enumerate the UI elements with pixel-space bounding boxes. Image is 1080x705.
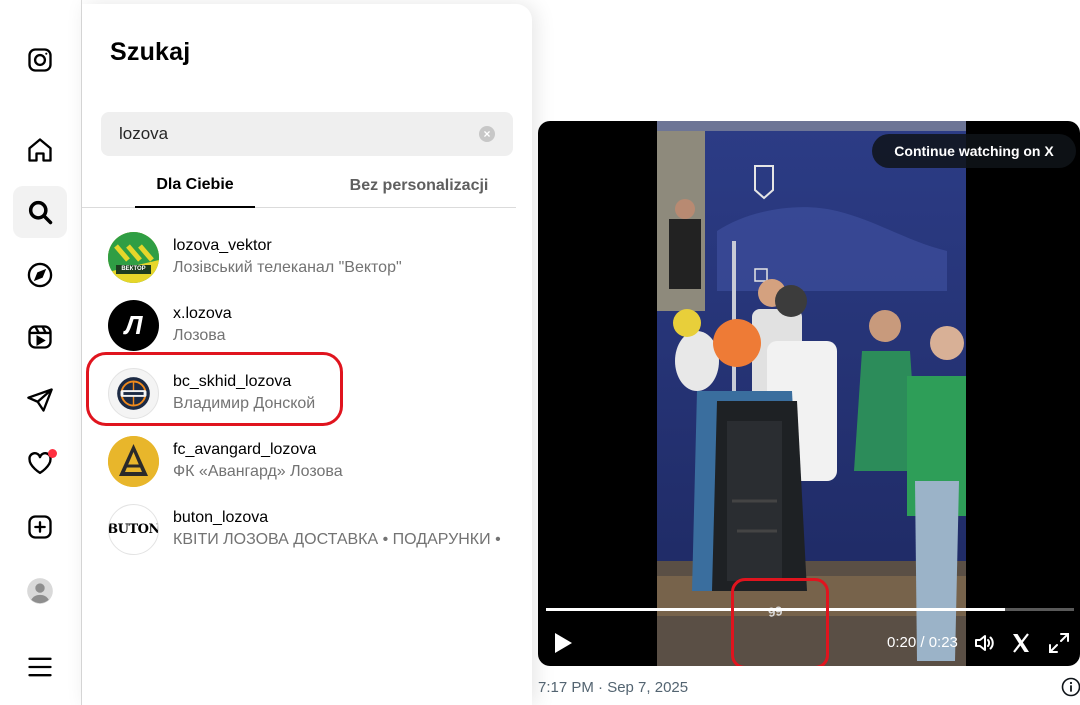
result-subtitle: КВІТИ ЛОЗОВА ДОСТАВКА • ПОДАРУНКИ • П <box>173 531 503 548</box>
search-result-item[interactable]: BUTON buton_lozova КВІТИ ЛОЗОВА ДОСТАВКА… <box>82 498 532 566</box>
post-timestamp[interactable]: 7:17 PM · Sep 7, 2025 <box>538 679 688 696</box>
avatar-label: BUTON <box>108 522 159 537</box>
tab-for-you[interactable]: Dla Ciebie <box>135 164 255 208</box>
avatar <box>108 436 159 487</box>
result-username: x.lozova <box>173 305 232 322</box>
notification-badge <box>48 449 57 458</box>
result-username: buton_lozova <box>173 509 269 526</box>
continue-watching-button[interactable]: Continue watching on X <box>872 134 1076 168</box>
instagram-logo-icon[interactable] <box>13 34 67 86</box>
home-icon[interactable] <box>13 124 67 176</box>
avatar: BUTON <box>108 504 159 555</box>
avatar-label: ВЕКТОР <box>121 266 146 272</box>
video-player[interactable]: 99 Continue watching on X 0:20 / 0:23 <box>538 121 1080 666</box>
result-username: lozova_vektor <box>173 237 272 254</box>
volume-icon[interactable] <box>973 631 997 655</box>
screenshot-root: i Szukaj × Dla Ciebie Bez personalizacji <box>0 0 1080 705</box>
profile-avatar-icon[interactable] <box>13 565 67 617</box>
video-time: 0:20 / 0:23 <box>887 634 958 651</box>
messages-send-icon[interactable] <box>13 374 67 426</box>
search-icon[interactable] <box>13 186 67 238</box>
tab-not-personalized[interactable]: Bez personalizacji <box>344 164 494 208</box>
result-username: fc_avangard_lozova <box>173 441 317 458</box>
x-logo-icon[interactable] <box>1009 631 1033 655</box>
clear-search-icon[interactable]: × <box>479 126 495 142</box>
highlight-annotation <box>86 352 343 426</box>
highlight-annotation <box>731 578 829 666</box>
notifications-heart-icon[interactable] <box>13 437 67 489</box>
search-result-item[interactable]: ВЕКТОР lozova_vektor Лозівський телекана… <box>82 226 532 294</box>
avatar: ВЕКТОР <box>108 232 159 283</box>
avatar-label: Л <box>124 310 143 340</box>
search-panel-title: Szukaj <box>110 38 191 66</box>
result-subtitle: Лозова <box>173 327 226 344</box>
search-result-item[interactable]: fc_avangard_lozova ФК «Авангард» Лозова <box>82 430 532 498</box>
result-subtitle: Лозівський телеканал "Вектор" <box>173 259 402 276</box>
avatar: Л <box>108 300 159 351</box>
search-input[interactable] <box>119 112 459 156</box>
fullscreen-icon[interactable] <box>1047 631 1071 655</box>
search-box[interactable]: × <box>101 112 513 156</box>
instagram-sidebar <box>0 0 82 705</box>
more-menu-icon[interactable] <box>13 641 67 693</box>
search-tabs: Dla Ciebie Bez personalizacji <box>82 164 516 208</box>
create-plus-icon[interactable] <box>13 501 67 553</box>
info-icon[interactable] <box>1061 677 1080 697</box>
play-icon[interactable] <box>553 632 573 654</box>
result-subtitle: ФК «Авангард» Лозова <box>173 463 343 480</box>
explore-compass-icon[interactable] <box>13 249 67 301</box>
reels-icon[interactable] <box>13 311 67 363</box>
